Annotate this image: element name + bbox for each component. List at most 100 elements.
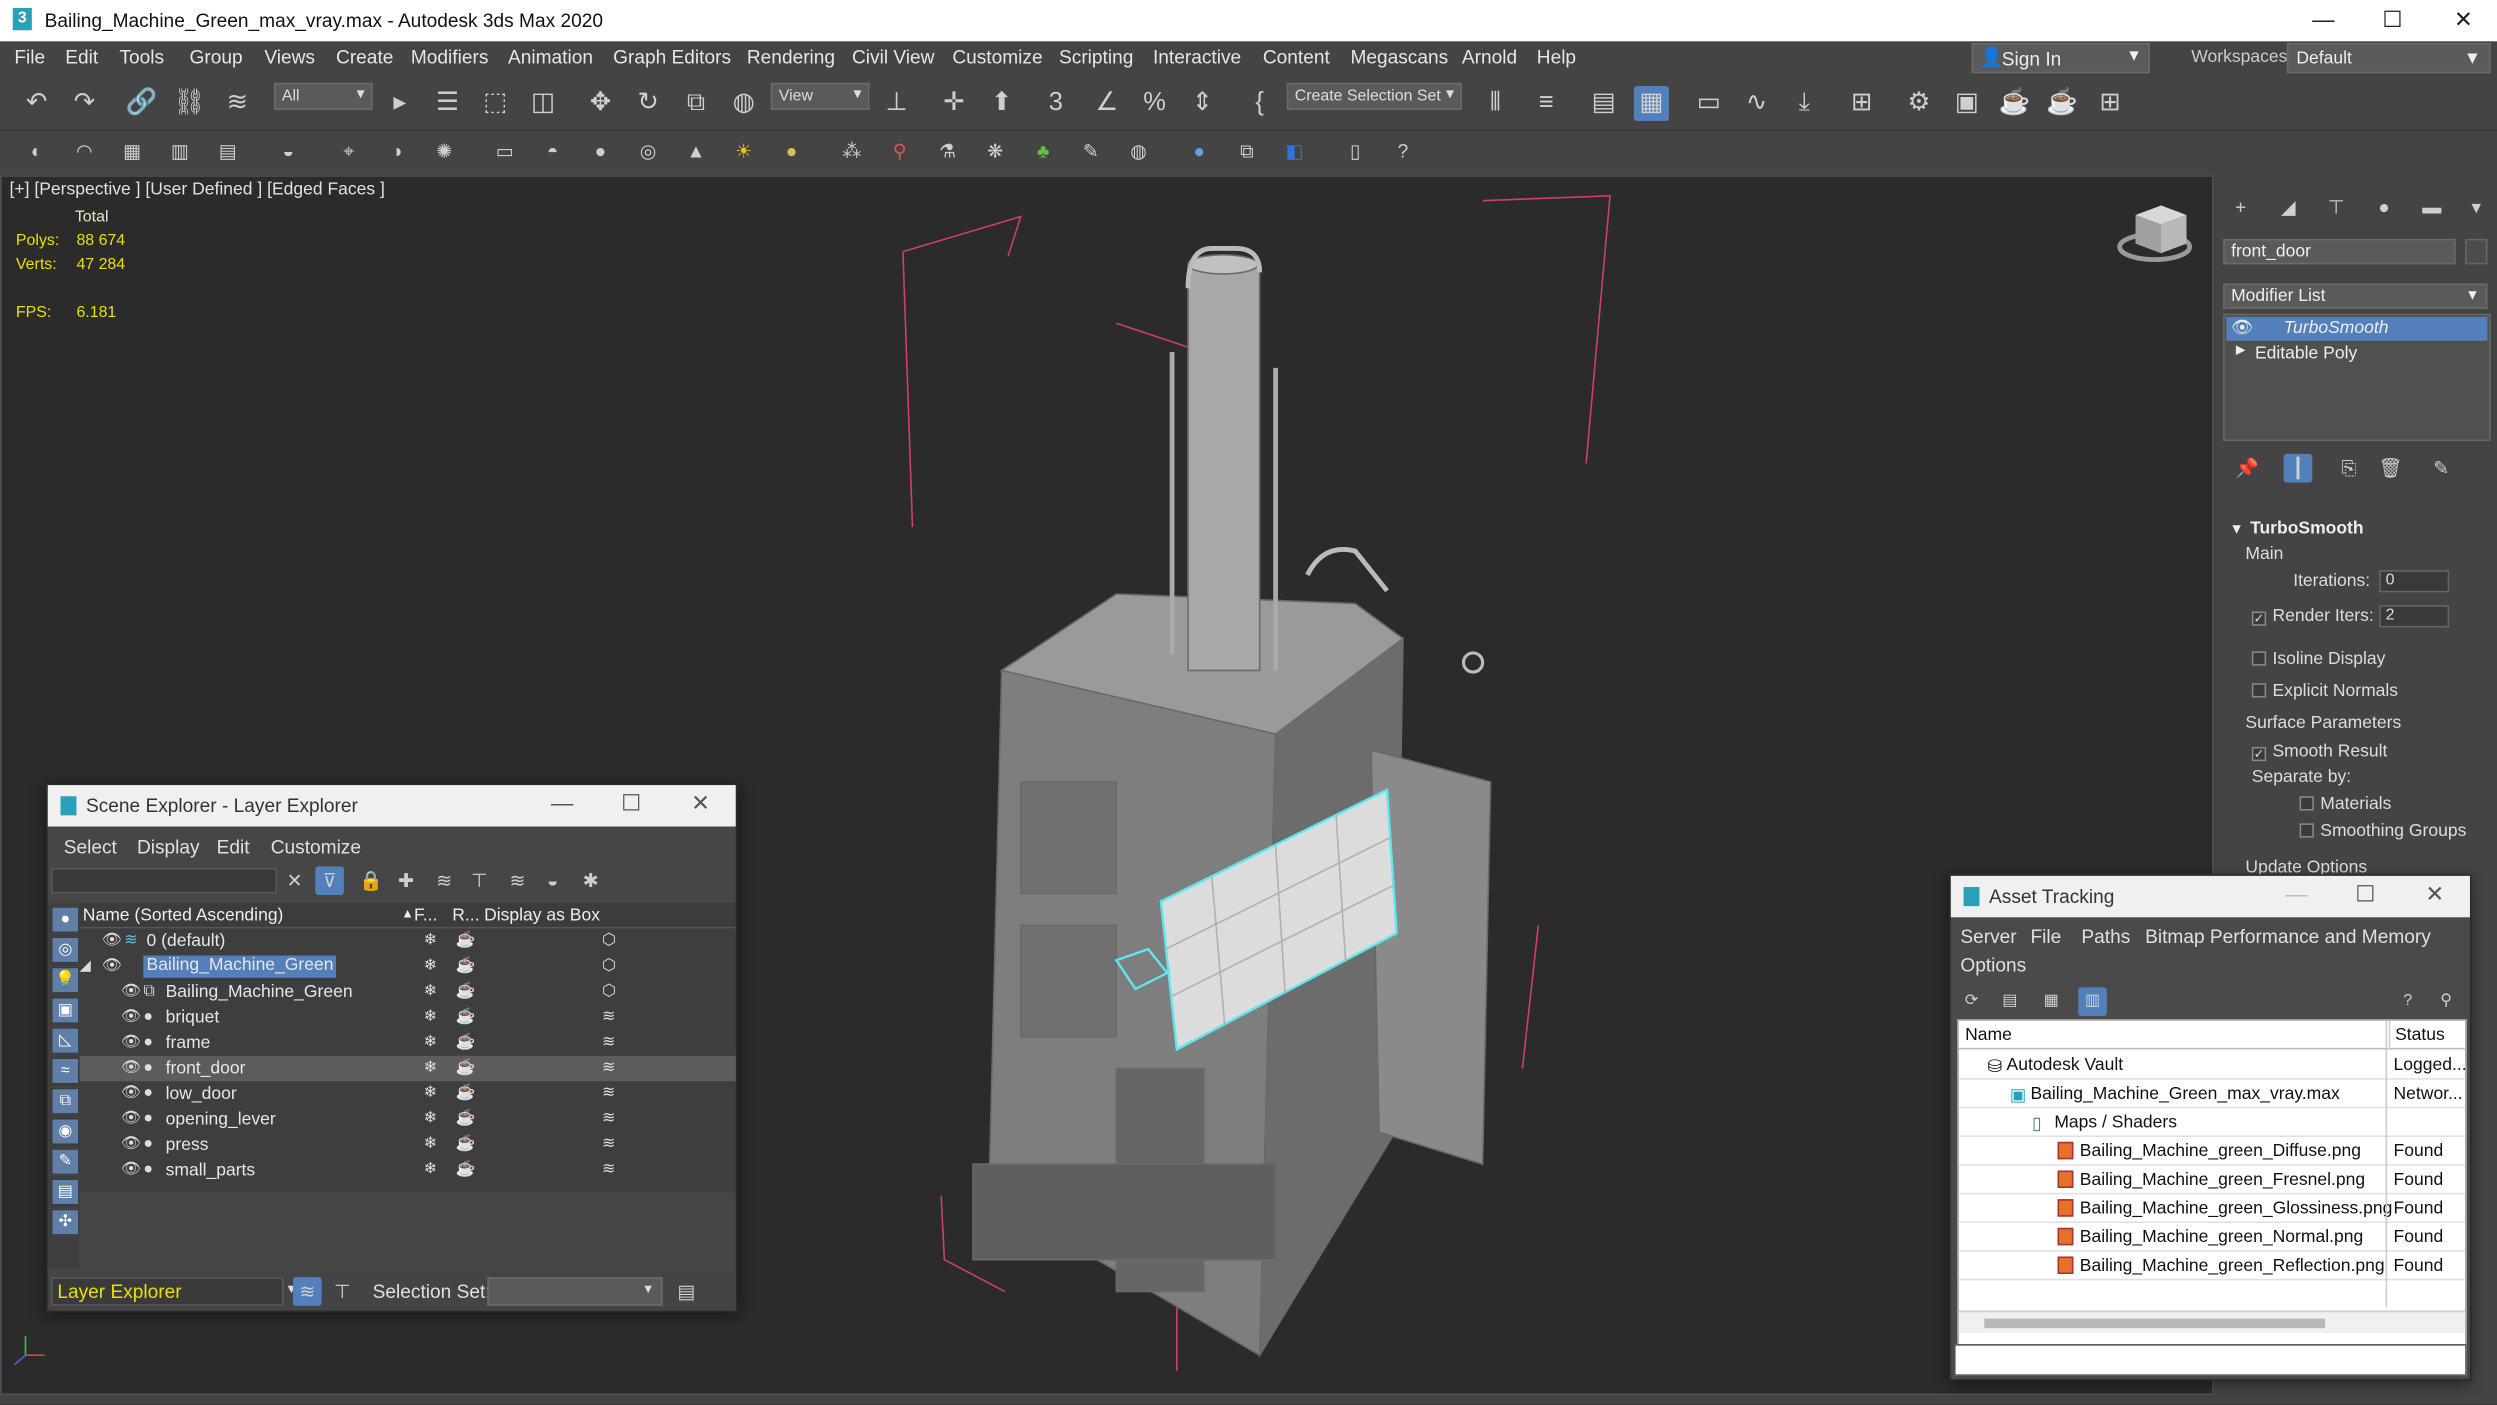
align-icon[interactable]: ≡ bbox=[1529, 86, 1564, 121]
col-name-header[interactable]: Name (Sorted Ascending) bbox=[83, 906, 284, 925]
show-end-result-icon[interactable]: ┃ bbox=[2283, 453, 2313, 483]
menu-content[interactable]: Content bbox=[1263, 46, 1330, 68]
render-production-icon[interactable]: ☕ bbox=[1997, 86, 2032, 121]
pin-stack-icon[interactable]: 📌 bbox=[2233, 454, 2262, 483]
display-xrefs-icon[interactable]: ◉ bbox=[50, 1117, 80, 1146]
menu-interactive[interactable]: Interactive bbox=[1153, 46, 1241, 68]
display-tab-icon[interactable]: ▬ bbox=[2417, 193, 2446, 222]
eye-icon[interactable]: 👁 bbox=[121, 1135, 141, 1153]
teapot-icon[interactable]: ◐ bbox=[22, 137, 51, 166]
eye-icon[interactable]: 👁 bbox=[121, 1161, 141, 1179]
layer-mode-icon[interactable]: ≋ bbox=[293, 1277, 322, 1306]
asset-row[interactable]: Bailing_Machine_green_Normal.png Found bbox=[1958, 1223, 2466, 1252]
cone-icon[interactable]: ▲ bbox=[682, 137, 711, 166]
object-row[interactable]: 👁 ● opening_lever ❄ ☕ ≋ bbox=[80, 1107, 736, 1132]
fur-icon[interactable]: ⚲ bbox=[885, 137, 914, 166]
asset-row[interactable]: Bailing_Machine_green_Reflection.png Fou… bbox=[1958, 1252, 2466, 1281]
renderable-icon[interactable]: ☕ bbox=[455, 1084, 475, 1102]
object-color-swatch[interactable] bbox=[2465, 238, 2488, 265]
asset-row[interactable]: ▣ Bailing_Machine_Green_max_vray.max Net… bbox=[1958, 1080, 2466, 1109]
menu-tools[interactable]: Tools bbox=[119, 46, 164, 68]
enmesh-icon[interactable]: ◍ bbox=[1124, 137, 1153, 166]
edit-named-selection-icon[interactable]: { bbox=[1242, 86, 1277, 121]
render-iters-spinner[interactable]: 2 bbox=[2379, 605, 2450, 628]
globe-icon[interactable]: ● bbox=[1185, 137, 1214, 166]
menu-help[interactable]: Help bbox=[1537, 46, 1576, 68]
object-row[interactable]: 👁 ● press ❄ ☕ ≋ bbox=[80, 1132, 736, 1157]
eye-icon[interactable]: 👁 bbox=[121, 1008, 141, 1026]
minimize-button[interactable]: — bbox=[2312, 6, 2334, 31]
curve-editor-icon[interactable]: ∿ bbox=[1739, 86, 1774, 121]
asset-row[interactable]: Bailing_Machine_green_Diffuse.png Found bbox=[1958, 1137, 2466, 1166]
frozen-icon[interactable]: ❄ bbox=[424, 1059, 437, 1077]
render-iters-checkbox[interactable]: ✓ bbox=[2251, 611, 2267, 626]
col-status-header[interactable]: Status bbox=[2388, 1020, 2445, 1050]
layers-icon[interactable]: ≋ bbox=[503, 866, 532, 895]
collapse-arrow-icon[interactable]: ◢ bbox=[80, 957, 91, 975]
eye-icon[interactable]: 👁 bbox=[121, 1084, 141, 1102]
renderable-icon[interactable]: ☕ bbox=[455, 1161, 475, 1179]
render-iters-row[interactable]: ✓ Render Iters: bbox=[2251, 607, 2374, 626]
light-icon[interactable]: ◒ bbox=[274, 137, 303, 166]
maximize-button[interactable]: ☐ bbox=[2382, 6, 2402, 33]
plant-icon[interactable]: ♣ bbox=[1029, 137, 1058, 166]
eye-icon[interactable]: 👁 bbox=[121, 983, 141, 1001]
grid-icon[interactable]: ▤ bbox=[213, 137, 242, 166]
renderable-icon[interactable]: ☕ bbox=[455, 1034, 475, 1052]
display-cameras-icon[interactable]: ▣ bbox=[50, 996, 80, 1024]
asset-row[interactable]: Bailing_Machine_green_Glossiness.png Fou… bbox=[1958, 1194, 2466, 1224]
ipr-icon[interactable]: ◧ bbox=[1280, 137, 1309, 166]
object-row[interactable]: 👁 ● frame ❄ ☕ ≋ bbox=[80, 1030, 736, 1055]
help-icon[interactable]: ? bbox=[1389, 137, 1418, 166]
stack-item-turbosmooth[interactable]: 👁 TurboSmooth bbox=[2226, 316, 2488, 341]
menu-graph-editors[interactable]: Graph Editors bbox=[613, 46, 731, 68]
display-geometry-icon[interactable]: ● bbox=[50, 906, 80, 934]
proxy-icon[interactable]: ⚗ bbox=[933, 137, 962, 166]
minimize-icon[interactable]: — bbox=[2285, 881, 2307, 906]
col-frozen-header[interactable]: F... bbox=[414, 906, 437, 925]
smoothing-groups-row[interactable]: Smoothing Groups bbox=[2299, 822, 2466, 841]
materials-row[interactable]: Materials bbox=[2299, 795, 2391, 814]
menu-arnold[interactable]: Arnold bbox=[1462, 46, 1517, 68]
menu-file[interactable]: File bbox=[14, 46, 45, 68]
ribbon-icon[interactable]: ▭ bbox=[1691, 86, 1726, 121]
sun-icon[interactable]: ☀ bbox=[729, 137, 758, 166]
percent-snap-icon[interactable]: % bbox=[1137, 86, 1172, 121]
clear-search-icon[interactable]: ✕ bbox=[280, 866, 309, 895]
filter-icon[interactable]: ⊽ bbox=[315, 866, 344, 895]
select-layer-icon[interactable]: ◒ bbox=[538, 866, 567, 895]
explicit-normals-row[interactable]: Explicit Normals bbox=[2251, 682, 2398, 701]
add-to-layer-icon[interactable]: ≋ bbox=[430, 866, 459, 895]
hierarchy-mode-icon[interactable]: ⊤ bbox=[328, 1277, 357, 1306]
eye-icon[interactable]: 👁 bbox=[102, 957, 122, 975]
at-menu-options[interactable]: Options bbox=[1960, 954, 2026, 976]
help-icon[interactable]: ? bbox=[2394, 987, 2423, 1016]
make-current-layer-icon[interactable]: ⊤ bbox=[465, 866, 494, 895]
at-menu-paths[interactable]: Paths bbox=[2081, 925, 2130, 947]
eye-icon[interactable]: 👁 bbox=[2231, 317, 2253, 338]
frozen-icon[interactable]: ❄ bbox=[424, 1084, 437, 1102]
menu-edit[interactable]: Edit bbox=[65, 46, 98, 68]
display-containers-icon[interactable]: ▤ bbox=[50, 1178, 80, 1206]
new-layer-icon[interactable]: ✚ bbox=[392, 866, 421, 895]
minimize-icon[interactable]: — bbox=[551, 790, 573, 815]
object-row[interactable]: 👁 ● briquet ❄ ☕ ≋ bbox=[80, 1005, 736, 1030]
refresh-icon[interactable]: ⟳ bbox=[1957, 987, 1986, 1016]
renderable-icon[interactable]: ☕ bbox=[455, 1059, 475, 1077]
object-row-selected[interactable]: 👁 ● front_door ❄ ☕ ≋ bbox=[79, 1055, 736, 1082]
create-selection-set-dropdown[interactable]: Create Selection Set bbox=[1286, 82, 1462, 110]
iterations-spinner[interactable]: 0 bbox=[2379, 570, 2450, 593]
scale-icon[interactable]: ⧉ bbox=[678, 86, 713, 121]
sky-icon[interactable]: ● bbox=[777, 137, 806, 166]
selection-region-icon[interactable]: ⬚ bbox=[478, 86, 513, 121]
render-setup-icon[interactable]: ⚙ bbox=[1901, 86, 1936, 121]
close-icon[interactable]: ✕ bbox=[2425, 881, 2444, 908]
snaps-toggle-icon[interactable]: 3 bbox=[1038, 86, 1073, 121]
isoline-display-row[interactable]: Isoline Display bbox=[2251, 650, 2385, 669]
renderable-icon[interactable]: ☕ bbox=[455, 1110, 475, 1128]
frozen-icon[interactable]: ❄ bbox=[424, 932, 437, 950]
layer-row[interactable]: ◢ 👁 Bailing_Machine_Green ❄ ☕ ⬡ bbox=[80, 954, 736, 979]
motion-tab-icon[interactable]: ● bbox=[2370, 193, 2399, 222]
modify-tab-icon[interactable]: ◢ bbox=[2274, 193, 2303, 222]
spinner-snap-icon[interactable]: ⇕ bbox=[1185, 86, 1220, 121]
